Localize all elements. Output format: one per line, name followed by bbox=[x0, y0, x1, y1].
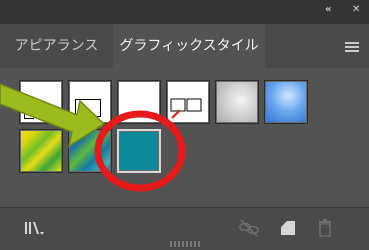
pointer-arrow bbox=[0, 83, 106, 148]
new-graphic-style-icon[interactable] bbox=[278, 216, 300, 238]
break-link-icon[interactable] bbox=[238, 216, 260, 238]
graphic-style-libraries-menu-icon[interactable] bbox=[24, 216, 46, 238]
delete-graphic-style-icon[interactable] bbox=[314, 216, 336, 238]
highlight-circle bbox=[94, 110, 186, 192]
panel-resize-grip[interactable] bbox=[170, 241, 200, 247]
graphic-styles-panel: « ✕ アピアランス グラフィックスタイル bbox=[0, 0, 369, 250]
